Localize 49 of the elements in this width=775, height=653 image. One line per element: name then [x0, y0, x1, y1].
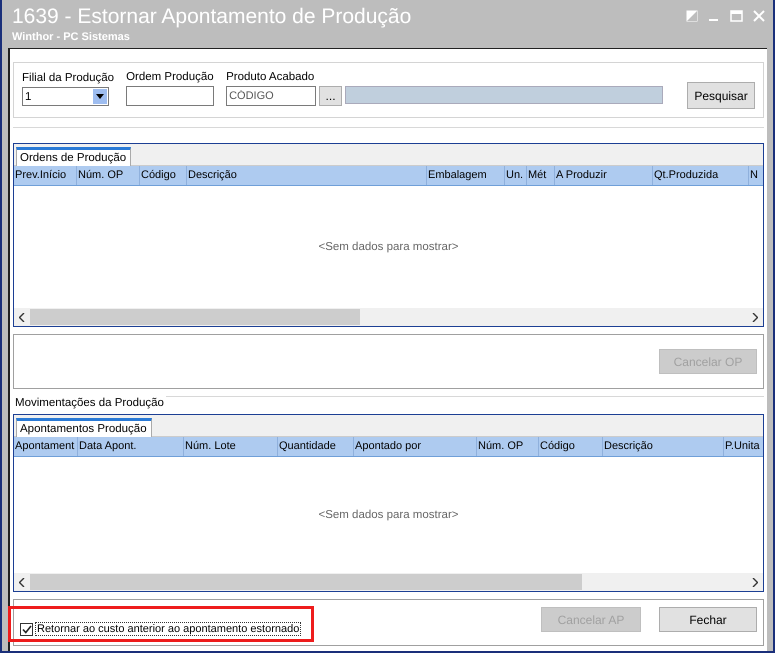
scroll-right-icon[interactable]: [752, 578, 758, 586]
window-subtitle: Winthor - PC Sistemas: [12, 30, 131, 44]
column-header[interactable]: Data Apont.: [78, 437, 184, 456]
column-header[interactable]: Descrição: [187, 166, 427, 185]
column-header[interactable]: Prev.Início: [14, 166, 77, 185]
column-header[interactable]: Código: [140, 166, 187, 185]
column-header[interactable]: Mét: [527, 166, 555, 185]
column-header[interactable]: P.Unita: [724, 437, 763, 456]
branch-dropdown[interactable]: 1: [22, 87, 109, 106]
column-header[interactable]: Embalagem: [427, 166, 505, 185]
checkbox[interactable]: [20, 622, 33, 636]
empty-message: <Sem dados para mostrar>: [318, 509, 458, 521]
maximize-icon[interactable]: [730, 10, 743, 22]
column-header[interactable]: Descrição: [603, 437, 724, 456]
field-label: Produto Acabado: [226, 71, 316, 83]
empty-message: <Sem dados para mostrar>: [318, 241, 458, 253]
tab[interactable]: Ordens de Produção: [16, 147, 132, 166]
horizontal-scrollbar[interactable]: [14, 573, 763, 591]
scroll-left-icon[interactable]: [19, 578, 25, 586]
scrollbar-thumb[interactable]: [30, 309, 360, 325]
column-header[interactable]: Apontado por: [354, 437, 477, 456]
checkbox-label[interactable]: Retornar ao custo anterior ao apontamento estornado: [35, 622, 302, 636]
checkmark-icon: [22, 624, 32, 634]
column-header[interactable]: Núm. OP: [77, 166, 140, 185]
field-label: Filial da Produção: [22, 72, 114, 84]
column-header[interactable]: Un.: [505, 166, 527, 185]
search-button[interactable]: Pesquisar: [687, 82, 755, 109]
column-header[interactable]: Código: [539, 437, 603, 456]
column-header[interactable]: Apontament: [14, 437, 78, 456]
dropdown-arrow-icon: [96, 94, 104, 99]
scroll-right-icon[interactable]: [752, 312, 758, 322]
column-header[interactable]: Núm. OP: [477, 437, 539, 456]
section-label: Movimentações da Produção: [14, 397, 164, 409]
horizontal-scrollbar[interactable]: [14, 308, 763, 326]
lookup-button[interactable]: ...: [319, 86, 342, 106]
column-header[interactable]: A Produzir: [555, 166, 653, 185]
close-button[interactable]: Fechar: [659, 607, 757, 632]
order-input[interactable]: [126, 86, 214, 106]
column-header[interactable]: Qt.Produzida: [653, 166, 749, 185]
close-icon[interactable]: [753, 10, 765, 22]
column-header[interactable]: N: [749, 166, 763, 185]
restore-icon[interactable]: [686, 10, 698, 22]
tab[interactable]: Apontamentos Produção: [16, 418, 152, 437]
column-header[interactable]: Quantidade: [278, 437, 354, 456]
window-title: 1639 - Estornar Apontamento de Produção: [12, 4, 412, 30]
column-header[interactable]: Núm. Lote: [184, 437, 278, 456]
scrollbar-thumb[interactable]: [30, 574, 582, 590]
scroll-left-icon[interactable]: [19, 312, 25, 322]
field-label: Ordem Produção: [126, 71, 214, 83]
